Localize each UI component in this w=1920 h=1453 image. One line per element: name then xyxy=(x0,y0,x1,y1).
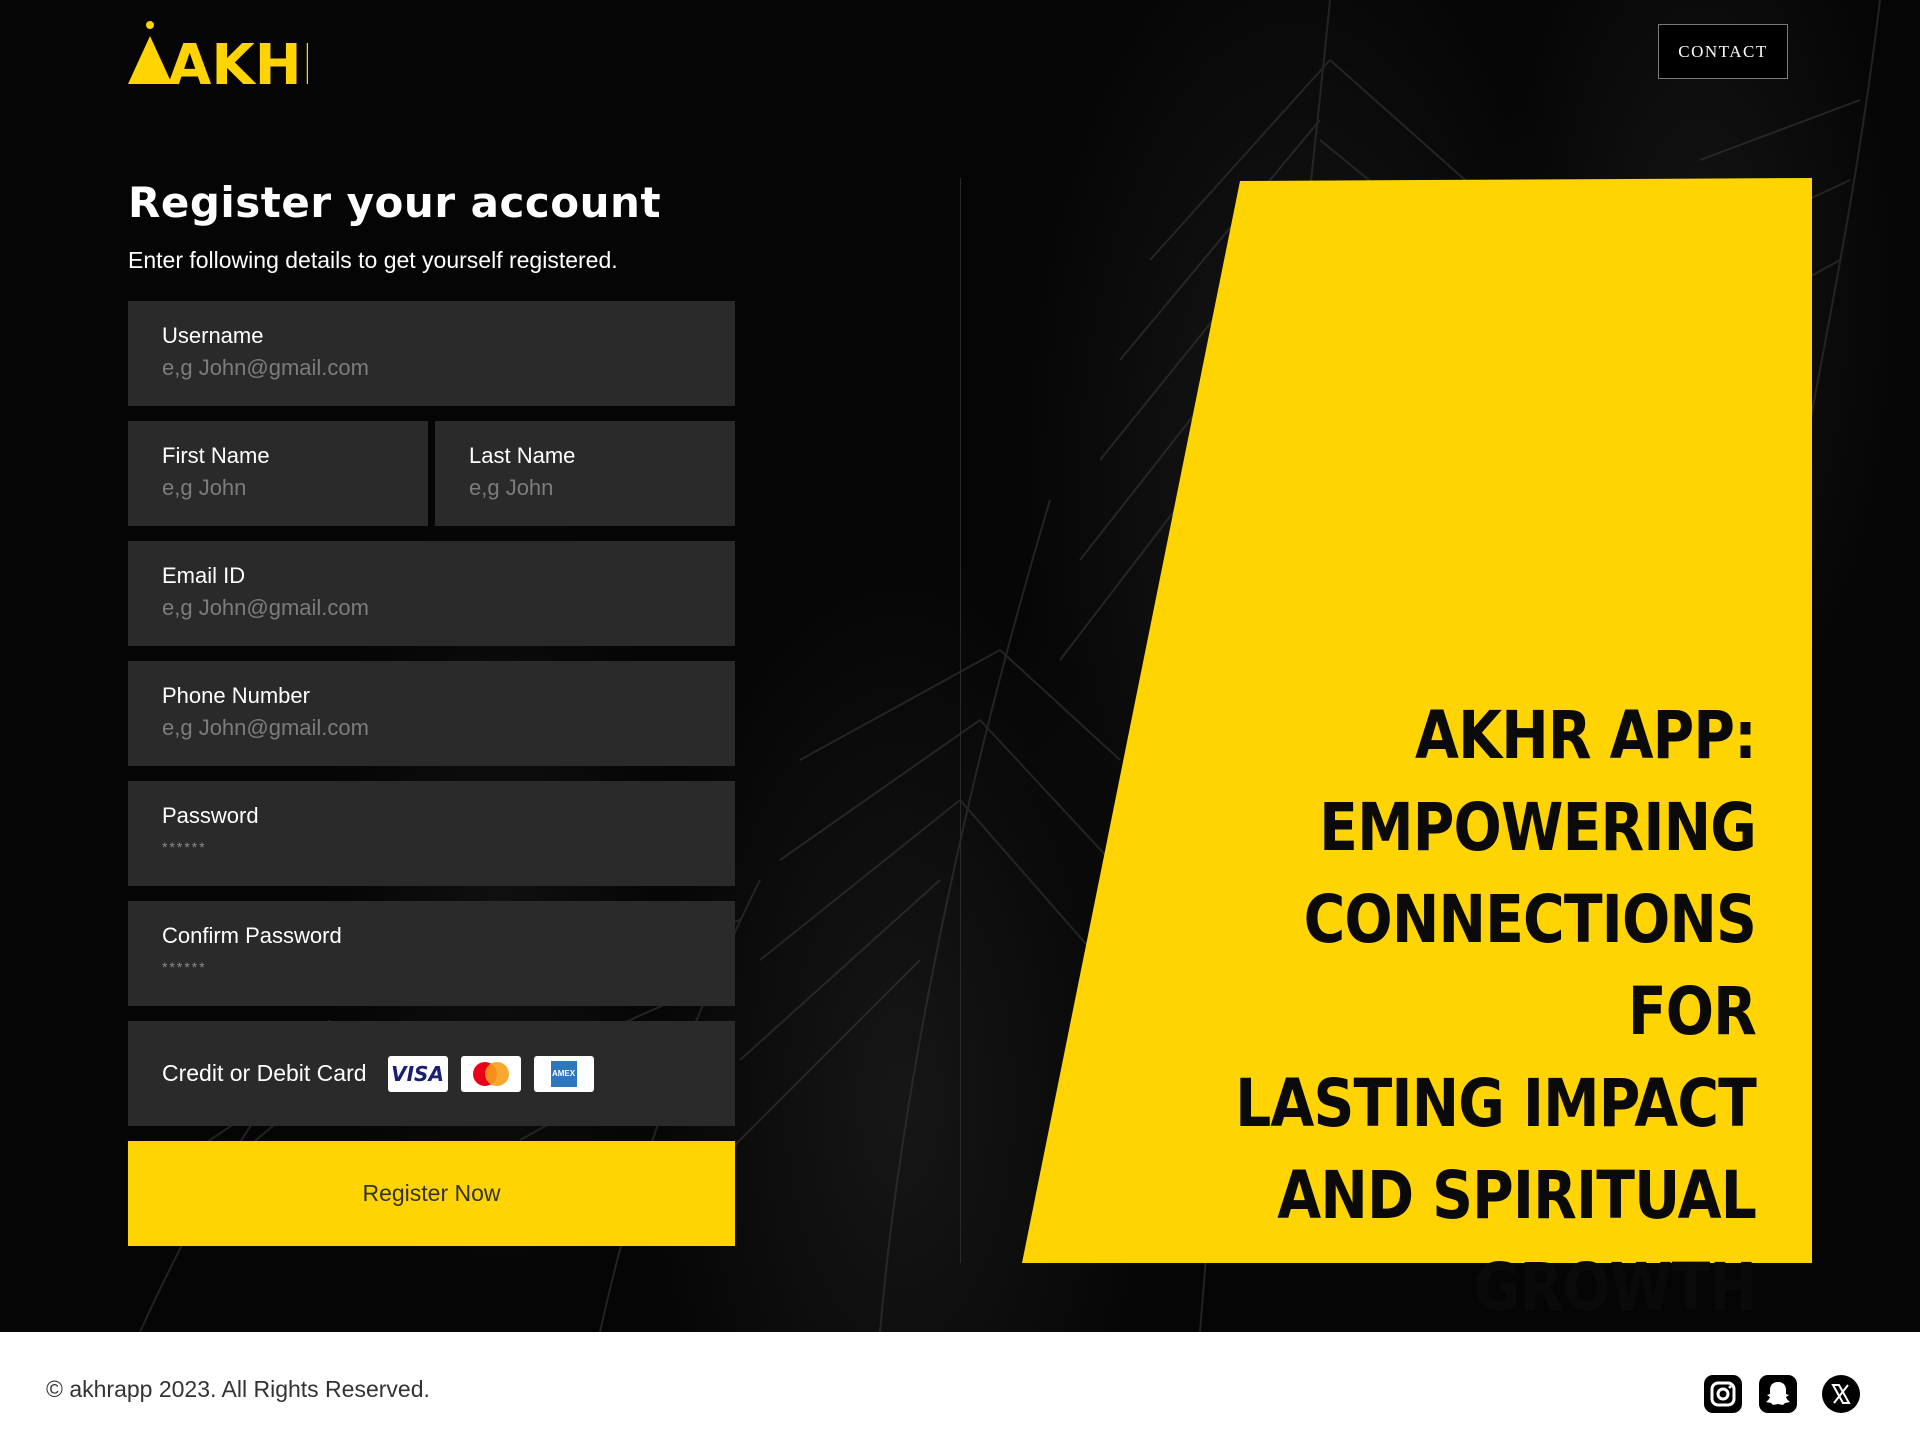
page-title: Register your account xyxy=(128,178,662,227)
first-name-input[interactable] xyxy=(162,475,394,501)
x-icon[interactable] xyxy=(1821,1374,1861,1414)
contact-button[interactable]: CONTACT xyxy=(1658,24,1788,79)
vertical-divider xyxy=(960,178,961,1263)
footer: © akhrapp 2023. All Rights Reserved. xyxy=(0,1332,1920,1453)
phone-input[interactable] xyxy=(162,715,701,741)
card-field[interactable]: Credit or Debit Card VISA AMEX xyxy=(128,1021,735,1126)
confirm-password-label: Confirm Password xyxy=(162,923,342,948)
first-name-label: First Name xyxy=(162,443,270,468)
hero-section: AKHR CONTACT Register your account Enter… xyxy=(0,0,1920,1332)
confirm-password-input[interactable] xyxy=(162,959,701,975)
first-name-field[interactable]: First Name xyxy=(128,421,428,526)
password-field[interactable]: Password xyxy=(128,781,735,886)
headline-line: LASTING IMPACT xyxy=(1235,1065,1757,1142)
phone-field[interactable]: Phone Number xyxy=(128,661,735,766)
visa-text: VISA xyxy=(391,1061,444,1086)
snapchat-icon[interactable] xyxy=(1758,1374,1798,1414)
visa-icon[interactable]: VISA xyxy=(387,1055,448,1092)
svg-text:AKHR: AKHR xyxy=(168,33,308,90)
last-name-input[interactable] xyxy=(469,475,701,501)
amex-icon[interactable]: AMEX xyxy=(533,1055,594,1092)
username-label: Username xyxy=(162,323,264,348)
headline-line: EMPOWERING xyxy=(1319,789,1757,866)
confirm-password-field[interactable]: Confirm Password xyxy=(128,901,735,1006)
card-label: Credit or Debit Card xyxy=(162,1060,367,1086)
mastercard-icon[interactable] xyxy=(460,1055,521,1092)
last-name-label: Last Name xyxy=(469,443,576,468)
username-field[interactable]: Username xyxy=(128,301,735,406)
headline-line: AND SPIRITUAL xyxy=(1277,1157,1757,1234)
headline-line: AKHR APP: xyxy=(1415,697,1757,774)
page-subtitle: Enter following details to get yourself … xyxy=(128,247,618,273)
password-input[interactable] xyxy=(162,839,701,855)
akhr-logo[interactable]: AKHR xyxy=(128,20,308,90)
email-label: Email ID xyxy=(162,563,246,588)
promo-headline: AKHR APP: EMPOWERING CONNECTIONS FOR LAS… xyxy=(1192,690,1757,1332)
amex-text: AMEX xyxy=(550,1060,577,1087)
instagram-icon[interactable] xyxy=(1703,1374,1743,1414)
headline-line: GROWTH xyxy=(1473,1249,1757,1326)
headline-line: CONNECTIONS FOR xyxy=(1303,881,1757,1050)
mastercard-circles xyxy=(472,1061,509,1086)
username-input[interactable] xyxy=(162,355,701,381)
copyright-text: © akhrapp 2023. All Rights Reserved. xyxy=(46,1376,430,1402)
email-input[interactable] xyxy=(162,595,701,621)
phone-label: Phone Number xyxy=(162,683,310,708)
last-name-field[interactable]: Last Name xyxy=(435,421,735,526)
email-field[interactable]: Email ID xyxy=(128,541,735,646)
register-now-button[interactable]: Register Now xyxy=(128,1141,735,1246)
password-label: Password xyxy=(162,803,259,828)
